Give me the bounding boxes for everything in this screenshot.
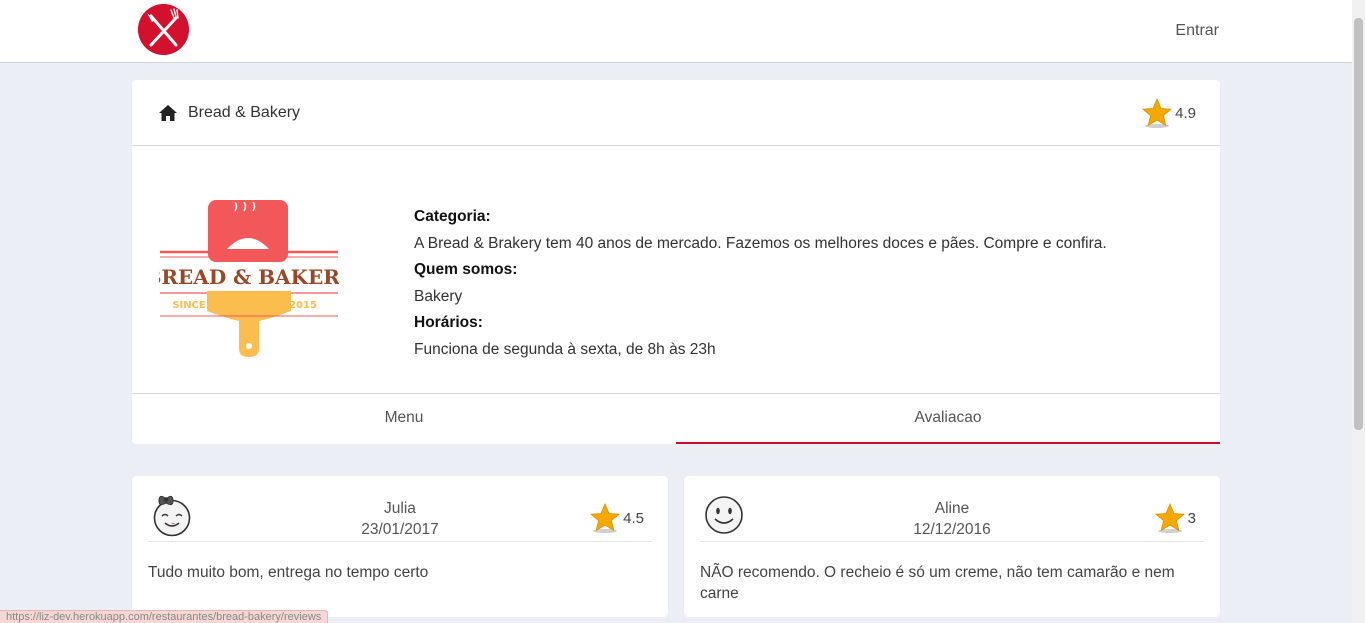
- review-rating-value: 3: [1187, 509, 1196, 527]
- reviewer-name: Aline: [934, 500, 970, 517]
- top-navbar: Entrar: [0, 0, 1352, 63]
- store-name: Bread & Bakery: [188, 104, 301, 121]
- tab-menu[interactable]: Menu: [132, 394, 676, 444]
- page-scrollbar[interactable]: [1352, 0, 1365, 623]
- app-logo[interactable]: [138, 4, 189, 55]
- scrollbar-thumb[interactable]: [1354, 18, 1363, 430]
- bakery-logo: BREAD & BAKERY SINCE 2015: [159, 200, 339, 357]
- review-date: 23/01/2017: [361, 521, 439, 538]
- review-date: 12/12/2016: [913, 521, 991, 538]
- review-rating: 3: [1154, 502, 1196, 534]
- store-description: A Bread & Brakery tem 40 anos de mercado…: [414, 234, 1107, 252]
- bakery-logo-text: BREAD & BAKERY: [159, 265, 339, 289]
- store-tabs: Menu Avaliacao: [132, 394, 1220, 444]
- review-card: Aline 12/12/2016 3 NÃO recomendo. O rech…: [684, 476, 1220, 617]
- hours-value: Funciona de segunda à sexta, de 8h às 23…: [414, 340, 716, 358]
- about-label: Quem somos:: [414, 261, 518, 279]
- review-text: Tudo muito bom, entrega no tempo certo: [148, 564, 429, 581]
- category-label: Categoria:: [414, 208, 491, 225]
- store-rating-value: 4.9: [1175, 104, 1196, 122]
- star-icon: [590, 502, 621, 533]
- about-value: Bakery: [414, 287, 463, 305]
- review-rating: 4.5: [589, 502, 644, 534]
- review-header: Aline 12/12/2016 3: [700, 476, 1204, 542]
- store-info: Categoria: A Bread & Brakery tem 40 anos…: [414, 204, 1107, 364]
- fork-knife-icon: [138, 4, 189, 55]
- reviewer-name: Julia: [384, 500, 416, 517]
- review-card: Julia 23/01/2017 4.5 Tudo muito bom, ent…: [132, 476, 668, 617]
- store-details: BREAD & BAKERY SINCE 2015 Categoria: A B…: [132, 146, 1220, 394]
- bakery-logo-since: SINCE: [172, 300, 206, 311]
- login-link[interactable]: Entrar: [1175, 22, 1219, 40]
- bakery-logo-year: 2015: [289, 300, 317, 311]
- store-card-header: Bread & Bakery 4.9: [132, 80, 1220, 146]
- reviewer-info: Julia 23/01/2017: [148, 498, 652, 540]
- review-header: Julia 23/01/2017 4.5: [148, 476, 652, 542]
- review-text: NÃO recomendo. O recheio é só um creme, …: [700, 564, 1175, 602]
- star-icon: [1154, 502, 1185, 533]
- tab-avaliacao[interactable]: Avaliacao: [676, 394, 1220, 444]
- star-icon: [1142, 97, 1173, 128]
- home-icon: [159, 105, 177, 121]
- status-bar-url: https://liz-dev.herokuapp.com/restaurant…: [0, 610, 329, 623]
- hours-label: Horários:: [414, 314, 483, 332]
- review-rating-value: 4.5: [623, 509, 644, 527]
- store-card: Bread & Bakery 4.9 BREAD & BAKERY SINCE …: [132, 80, 1220, 444]
- store-rating: 4.9: [1141, 97, 1196, 129]
- reviewer-info: Aline 12/12/2016: [700, 498, 1204, 540]
